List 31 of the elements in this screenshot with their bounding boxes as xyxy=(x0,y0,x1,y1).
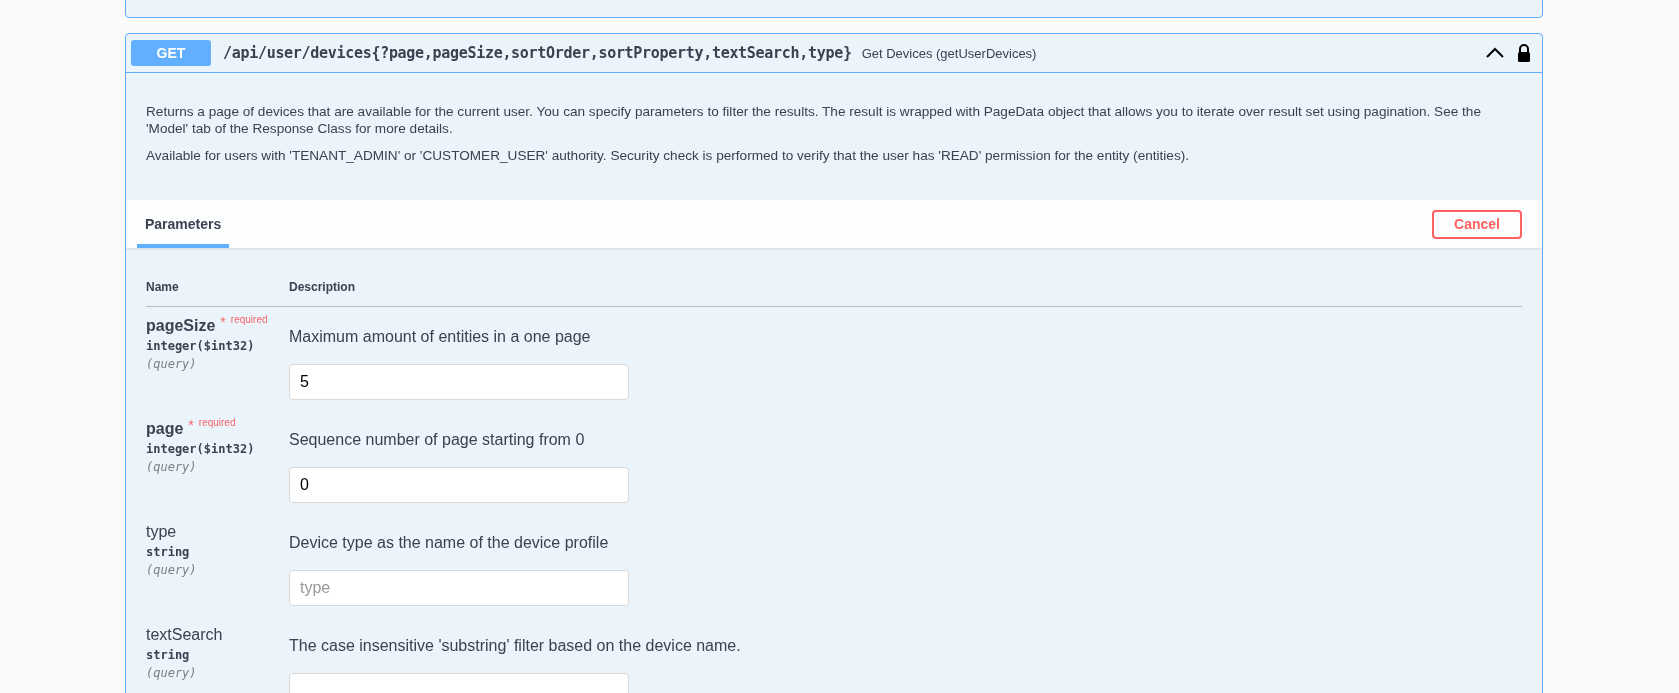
input-field[interactable]: 5 xyxy=(289,364,629,400)
required-asterisk: * xyxy=(220,314,226,330)
parameter-description: Device type as the name of the device profile xyxy=(289,534,610,552)
endpoint-path[interactable]: /api/user/devices{?page,pageSize,sortOrder,sortProperty,textSearch,type} xyxy=(223,44,852,62)
operation-description: Returns a page of devices that are available for the current user. You can specify parameters to filter the results. The result is wrapped with PageData object that allows you to iterate over result set using pagination. See the 'Model' tab of the Response Class for more details. xyxy=(146,103,1482,137)
parameter-location: (query) xyxy=(146,460,198,474)
operation-description: Available for users with 'TENANT_ADMIN' or 'CUSTOMER_USER' authority. Security check is performed to verify that the user has 'READ' permission for the entity (entities). xyxy=(146,147,1190,164)
lock-icon[interactable] xyxy=(1517,44,1531,62)
input-field[interactable]: 0 xyxy=(289,467,629,503)
column-header: Name xyxy=(146,280,180,294)
required-label: required xyxy=(230,314,268,325)
parameter-name: textSearch xyxy=(146,626,223,644)
required-asterisk: * xyxy=(188,417,194,433)
parameter-type: string xyxy=(146,545,191,559)
parameter-type: integer($int32) xyxy=(146,442,256,456)
parameter-location: (query) xyxy=(146,666,198,680)
parameter-description: Maximum amount of entities in a one page xyxy=(289,328,592,346)
parameter-description: The case insensitive 'substring' filter based on the device name. xyxy=(289,637,741,655)
operation-summary: Get Devices (getUserDevices) xyxy=(861,45,1037,61)
parameter-name: pageSize xyxy=(146,317,216,335)
parameter-type: string xyxy=(146,648,191,662)
parameter-location: (query) xyxy=(146,563,198,577)
parameter-name: type xyxy=(146,523,177,541)
required-label: required xyxy=(198,417,236,428)
parameters-tab[interactable]: Parameters xyxy=(137,200,230,248)
parameter-location: (query) xyxy=(146,357,198,371)
parameter-type: integer($int32) xyxy=(146,339,256,353)
input-field[interactable]: type xyxy=(289,570,629,606)
parameter-description: Sequence number of page starting from 0 xyxy=(289,431,586,449)
parameter-name: page xyxy=(146,420,184,438)
column-header: Description xyxy=(289,280,355,294)
